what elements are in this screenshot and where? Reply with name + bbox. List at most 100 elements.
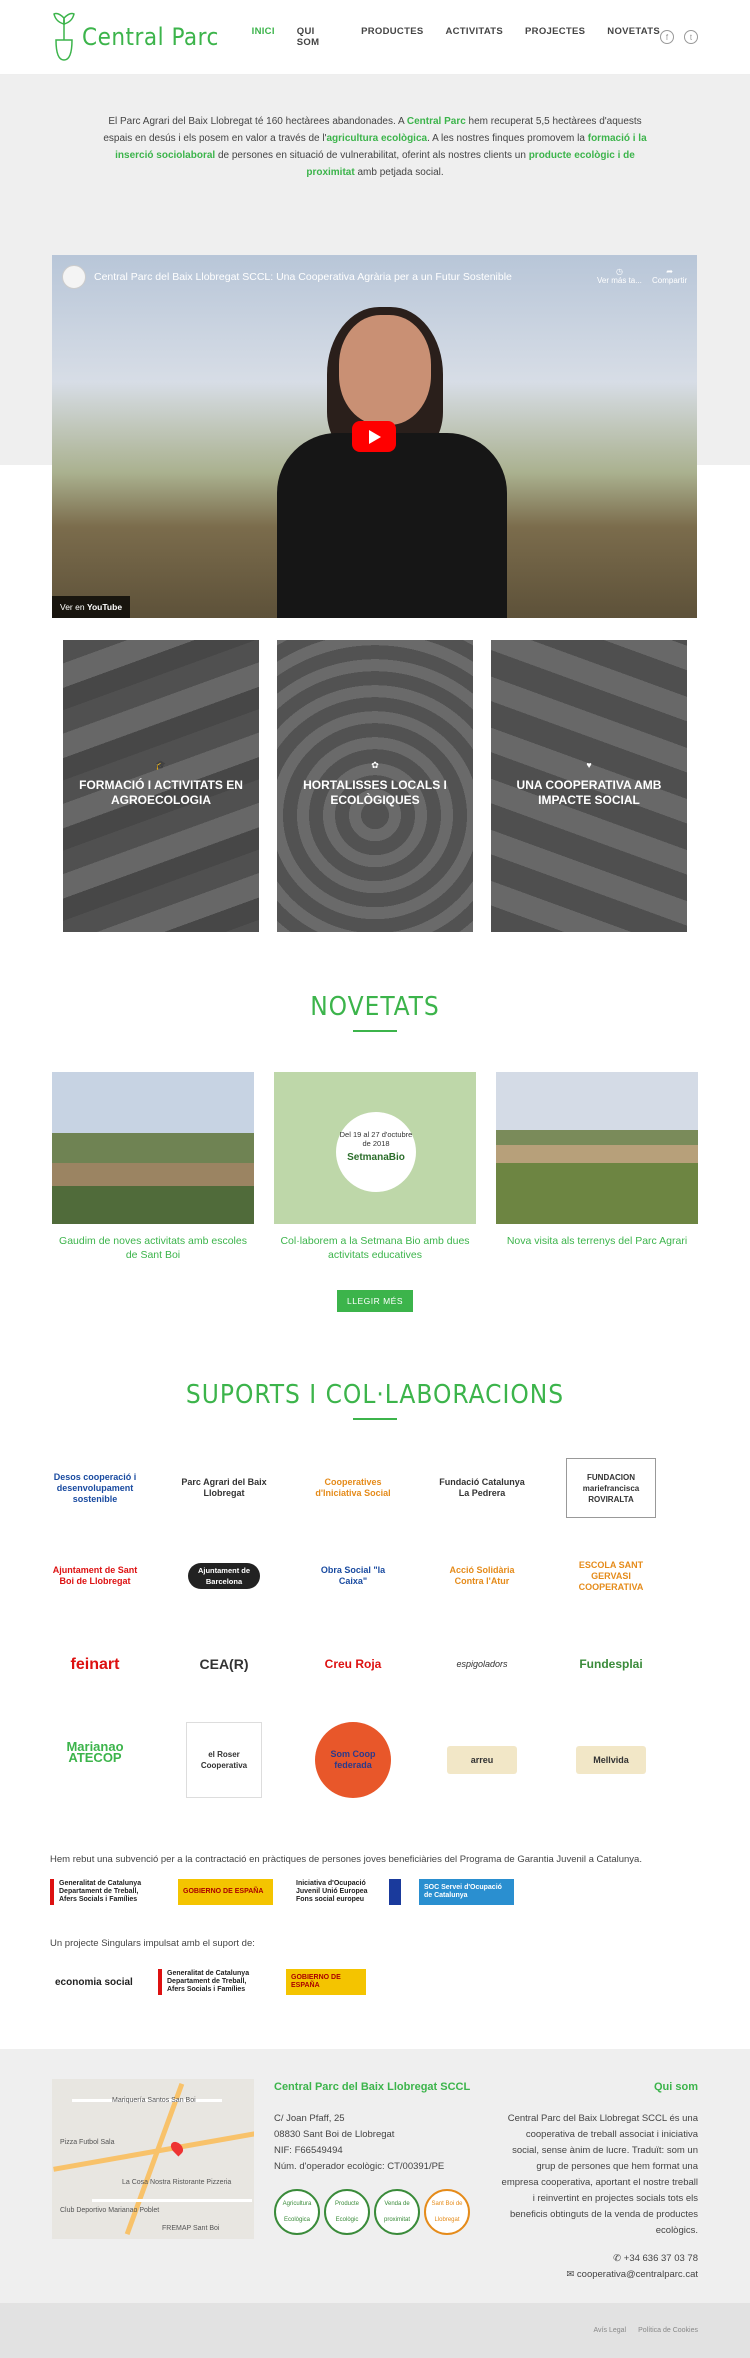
gov-logo: Generalitat de Catalunya Departament de …: [158, 1969, 268, 1995]
news-title[interactable]: Gaudim de noves activitats amb escoles d…: [52, 1234, 254, 1262]
partner-logo[interactable]: Creu Roja: [308, 1634, 398, 1694]
read-more-button[interactable]: LLEGIR MÉS: [337, 1290, 413, 1312]
graduation-cap-icon: 🎓: [155, 760, 167, 770]
partner-logo[interactable]: el Roser Cooperativa: [186, 1722, 262, 1798]
map-label: Mariquería Santos San Boi: [112, 2097, 196, 2104]
card-cooperativa[interactable]: ♥ UNA COOPERATIVA AMB IMPACTE SOCIAL: [491, 640, 687, 932]
badge: Sant Boi de Llobregat: [424, 2189, 470, 2235]
contact-info: Central Parc del Baix Llobregat SCCL C/ …: [274, 2079, 481, 2283]
email[interactable]: cooperativa@centralparc.cat: [577, 2269, 698, 2280]
nav-productes[interactable]: PRODUCTES: [361, 26, 423, 48]
partner-logo[interactable]: feinart: [50, 1634, 140, 1694]
city: 08830 Sant Boi de Llobregat: [274, 2129, 395, 2140]
share-icon: ➦: [666, 267, 673, 276]
partner-logo[interactable]: espigoladors: [437, 1634, 527, 1694]
news-heading: NOVETATS: [310, 992, 440, 1022]
play-button[interactable]: [352, 421, 396, 452]
watch-on-youtube[interactable]: Ver en YouTube: [52, 596, 131, 618]
map-label: La Cosa Nostra Ristorante Pizzeria: [122, 2179, 232, 2186]
partner-logo[interactable]: Ajuntament de Barcelona: [188, 1563, 260, 1589]
location-map[interactable]: Mariquería Santos San Boi Pizza Futbol S…: [52, 2079, 254, 2239]
site-footer: Mariquería Santos San Boi Pizza Futbol S…: [0, 2049, 750, 2303]
badge: Venda de proximitat: [374, 2189, 420, 2235]
gov-logo: economia social: [55, 1976, 133, 1988]
singulars-note: Un projecte Singulars impulsat amb el su…: [50, 1938, 255, 1949]
partner-logo[interactable]: ESCOLA SANT GERVASI COOPERATIVA: [566, 1546, 656, 1606]
news-item[interactable]: Gaudim de noves activitats amb escoles d…: [52, 1072, 254, 1262]
video-person: [277, 307, 507, 618]
intro-text-4: de persones en situació de vulnerabilita…: [215, 150, 529, 161]
partner-logo[interactable]: Som Coop federada: [315, 1722, 391, 1798]
gov-logos-1: Generalitat de Catalunya Departament de …: [50, 1879, 700, 1905]
partner-logo[interactable]: Parc Agrari del Baix Llobregat: [179, 1458, 269, 1518]
leaf-icon: ✿: [371, 760, 379, 770]
news-image[interactable]: Del 19 al 27 d'octubre de 2018 SetmanaBi…: [274, 1072, 476, 1224]
partner-logo[interactable]: arreu: [447, 1746, 517, 1774]
partner-logo[interactable]: Cooperatives d'Iniciativa Social: [308, 1458, 398, 1518]
heart-icon: ♥: [586, 760, 592, 770]
news-list: Gaudim de noves activitats amb escoles d…: [0, 1072, 750, 1262]
nav-activitats[interactable]: ACTIVITATS: [445, 26, 503, 48]
partner-logo[interactable]: Fundesplai: [566, 1634, 656, 1694]
site-header: Central Parc INICI QUI SOM PRODUCTES ACT…: [0, 0, 750, 75]
video-player[interactable]: Central Parc del Baix Llobregat SCCL: Un…: [52, 255, 697, 618]
logo-text: Central Parc: [82, 23, 219, 51]
logo[interactable]: Central Parc: [52, 10, 222, 64]
intro-text-3: . A les nostres finques promovem la: [427, 133, 588, 144]
watch-later-button[interactable]: ◷ Ver más ta...: [597, 267, 642, 285]
map-label: FREMAP Sant Boi: [162, 2225, 220, 2232]
map-label: Pizza Futbol Sala: [60, 2139, 115, 2146]
twitter-icon[interactable]: t: [684, 30, 698, 44]
watch-on-label: Ver en: [60, 602, 85, 612]
youtube-logo: YouTube: [86, 602, 123, 612]
news-section: NOVETATS Gaudim de noves activitats amb …: [0, 992, 750, 1312]
nav-inici[interactable]: INICI: [252, 26, 275, 48]
partner-logo[interactable]: Desos cooperació i desenvolupament soste…: [50, 1458, 140, 1518]
card-hortalisses[interactable]: ✿ HORTALISSES LOCALS I ECOLÒGIQUES: [277, 640, 473, 932]
partner-logo[interactable]: Acció Solidària Contra l'Atur: [437, 1546, 527, 1606]
news-title[interactable]: Nova visita als terrenys del Parc Agrari: [496, 1234, 698, 1248]
badge: Producte Ecològic: [324, 2189, 370, 2235]
gov-logo: Generalitat de Catalunya Departament de …: [50, 1879, 160, 1905]
video-title[interactable]: Central Parc del Baix Llobregat SCCL: Un…: [94, 271, 512, 283]
news-item[interactable]: Del 19 al 27 d'octubre de 2018 SetmanaBi…: [274, 1072, 476, 1262]
phone[interactable]: +34 636 37 03 78: [624, 2253, 698, 2264]
phone-line[interactable]: ✆ +34 636 37 03 78: [501, 2251, 698, 2267]
facebook-icon[interactable]: f: [660, 30, 674, 44]
partner-logo[interactable]: Fundació Catalunya La Pedrera: [437, 1458, 527, 1518]
gov-logo: SOC Servei d'Ocupació de Catalunya: [419, 1879, 514, 1905]
partner-logo[interactable]: FUNDACION mariefrancisca ROVIRALTA: [566, 1458, 656, 1518]
partner-logo[interactable]: Marianao ATECOP: [50, 1722, 140, 1782]
nav-projectes[interactable]: PROJECTES: [525, 26, 585, 48]
partner-logo[interactable]: Mellvida: [576, 1746, 646, 1774]
intro-section: El Parc Agrari del Baix Llobregat té 160…: [0, 75, 750, 618]
address: C/ Joan Pfaff, 25: [274, 2113, 345, 2124]
news-image[interactable]: [52, 1072, 254, 1224]
garantia-note: Hem rebut una subvenció per a la contrac…: [50, 1854, 642, 1865]
partner-logo[interactable]: Obra Social "la Caixa": [308, 1546, 398, 1606]
channel-avatar[interactable]: [62, 265, 86, 289]
cookies-link[interactable]: Política de Cookies: [638, 2327, 698, 2334]
certification-badges: Agricultura Ecològica Producte Ecològic …: [274, 2189, 481, 2235]
envelope-icon: ✉: [566, 2269, 575, 2280]
partner-logo[interactable]: Ajuntament de Sant Boi de Llobregat: [50, 1546, 140, 1606]
email-line[interactable]: ✉ cooperativa@centralparc.cat: [501, 2267, 698, 2283]
share-label: Compartir: [652, 276, 688, 285]
feature-cards: 🎓 FORMACIÓ I ACTIVITATS EN AGROECOLOGIA …: [0, 640, 750, 932]
poster-brand: SetmanaBio: [347, 1152, 405, 1163]
gov-logo: Iniciativa d'Ocupació Juvenil Unió Europ…: [291, 1879, 401, 1905]
partners-section: SUPORTS I COL·LABORACIONS Desos cooperac…: [0, 1380, 750, 1995]
nav-qui-som[interactable]: QUI SOM: [297, 26, 339, 48]
intro-text-1: El Parc Agrari del Baix Llobregat té 160…: [108, 116, 407, 127]
share-button[interactable]: ➦ Compartir: [652, 267, 687, 285]
partner-logo[interactable]: CEA(R): [179, 1634, 269, 1694]
divider: [353, 1030, 397, 1032]
nav-novetats[interactable]: NOVETATS: [607, 26, 660, 48]
news-image[interactable]: [496, 1072, 698, 1224]
intro-text: El Parc Agrari del Baix Llobregat té 160…: [95, 75, 655, 181]
intro-highlight-2: agricultura ecològica: [326, 133, 428, 144]
card-formacio[interactable]: 🎓 FORMACIÓ I ACTIVITATS EN AGROECOLOGIA: [63, 640, 259, 932]
news-item[interactable]: Nova visita als terrenys del Parc Agrari: [496, 1072, 698, 1262]
news-title[interactable]: Col·laborem a la Setmana Bio amb dues ac…: [274, 1234, 476, 1262]
legal-link[interactable]: Avís Legal: [594, 2327, 627, 2334]
